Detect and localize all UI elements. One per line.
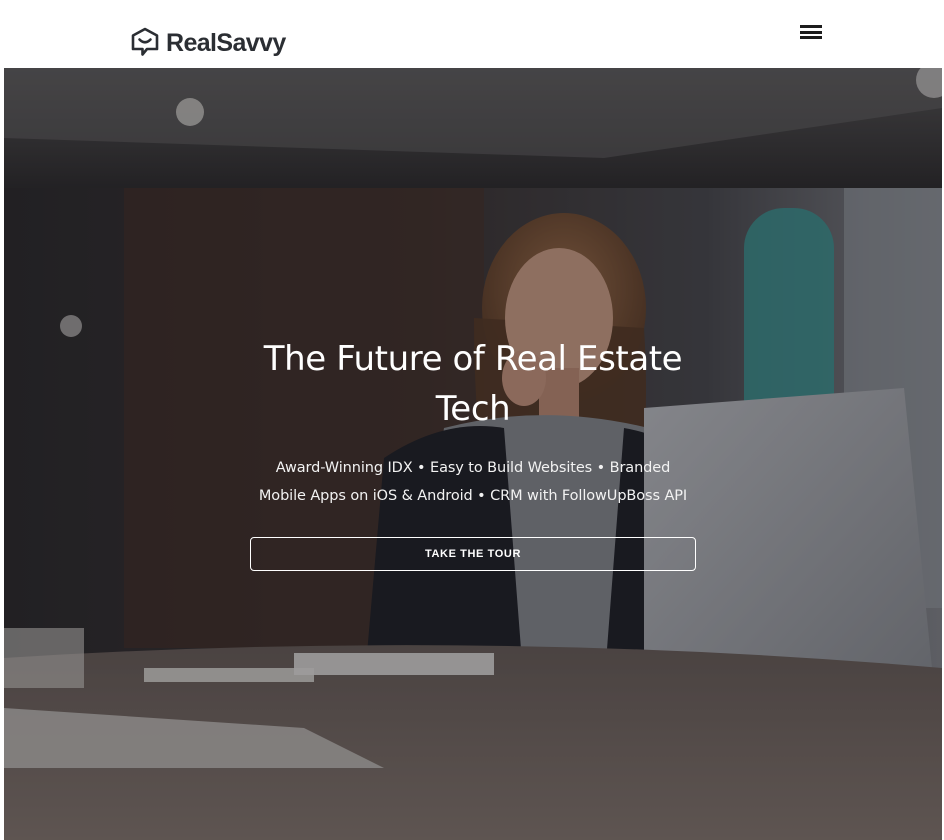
page: RealSavvy The Future of Real Estate Tech… [4, 0, 942, 840]
hamburger-menu-icon[interactable] [800, 24, 822, 40]
hero-subtitle: Award-Winning IDX • Easy to Build Websit… [258, 460, 688, 504]
menu-bar [800, 30, 822, 34]
logo-text: RealSavvy [166, 29, 286, 57]
house-smile-icon [131, 27, 159, 56]
logo-link[interactable]: RealSavvy [130, 24, 286, 60]
hero-section: The Future of Real Estate Tech Award-Win… [4, 68, 942, 840]
menu-bar [800, 36, 822, 39]
site-header: RealSavvy [4, 0, 942, 68]
hero-title: The Future of Real Estate Tech [263, 339, 683, 429]
take-the-tour-button[interactable]: TAKE THE TOUR [250, 537, 696, 571]
menu-bar [800, 25, 822, 28]
